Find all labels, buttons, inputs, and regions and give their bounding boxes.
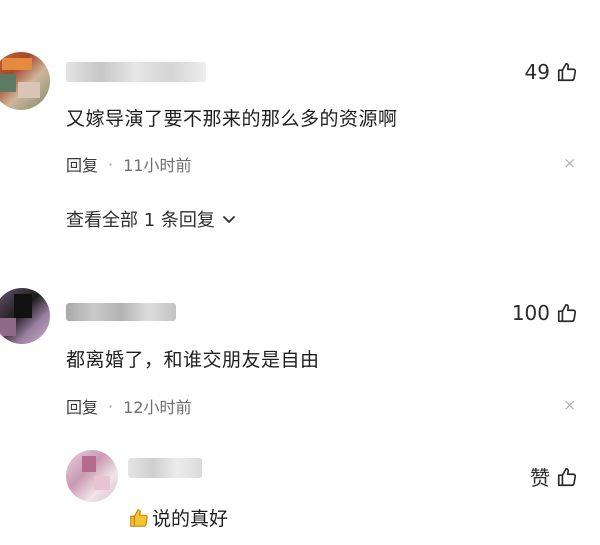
like-button[interactable]: 赞	[530, 462, 578, 491]
close-icon[interactable]: ×	[563, 154, 576, 172]
timestamp: 12小时前	[123, 398, 192, 417]
thumbs-up-icon	[557, 62, 577, 82]
reply-button[interactable]: 回复	[66, 394, 98, 418]
reply-button[interactable]: 回复	[66, 152, 98, 176]
avatar[interactable]	[0, 288, 50, 344]
timestamp: 11小时前	[123, 156, 192, 175]
comment-meta: 回复 · 12小时前	[66, 394, 191, 418]
chevron-down-icon	[223, 216, 235, 223]
reply-text: 说的真好	[152, 508, 229, 530]
username-blurred[interactable]	[128, 458, 202, 478]
thumbs-up-emoji-icon	[130, 508, 148, 527]
like-count: 100	[511, 301, 550, 325]
like-label: 赞	[530, 466, 550, 490]
view-replies-button[interactable]: 查看全部 1 条回复	[66, 206, 237, 232]
separator-dot: ·	[108, 154, 114, 174]
like-count: 49	[524, 60, 550, 84]
thumbs-up-icon	[557, 467, 577, 486]
comment-text: 都离婚了，和谁交朋友是自由	[66, 349, 320, 371]
like-button[interactable]: 100	[512, 301, 578, 325]
like-button[interactable]: 49	[525, 60, 578, 84]
avatar[interactable]	[0, 52, 50, 110]
view-replies-label: 查看全部 1 条回复	[66, 210, 215, 231]
separator-dot: ·	[108, 396, 114, 416]
close-icon[interactable]: ×	[563, 396, 576, 414]
thumbs-up-icon	[557, 303, 577, 323]
reply-text-row: 说的真好	[128, 504, 228, 531]
comment-text: 又嫁导演了要不那来的那么多的资源啊	[66, 108, 398, 130]
username-blurred[interactable]	[66, 303, 176, 321]
avatar[interactable]	[66, 450, 118, 502]
username-blurred[interactable]	[66, 62, 206, 82]
comment-meta: 回复 · 11小时前	[66, 152, 191, 176]
